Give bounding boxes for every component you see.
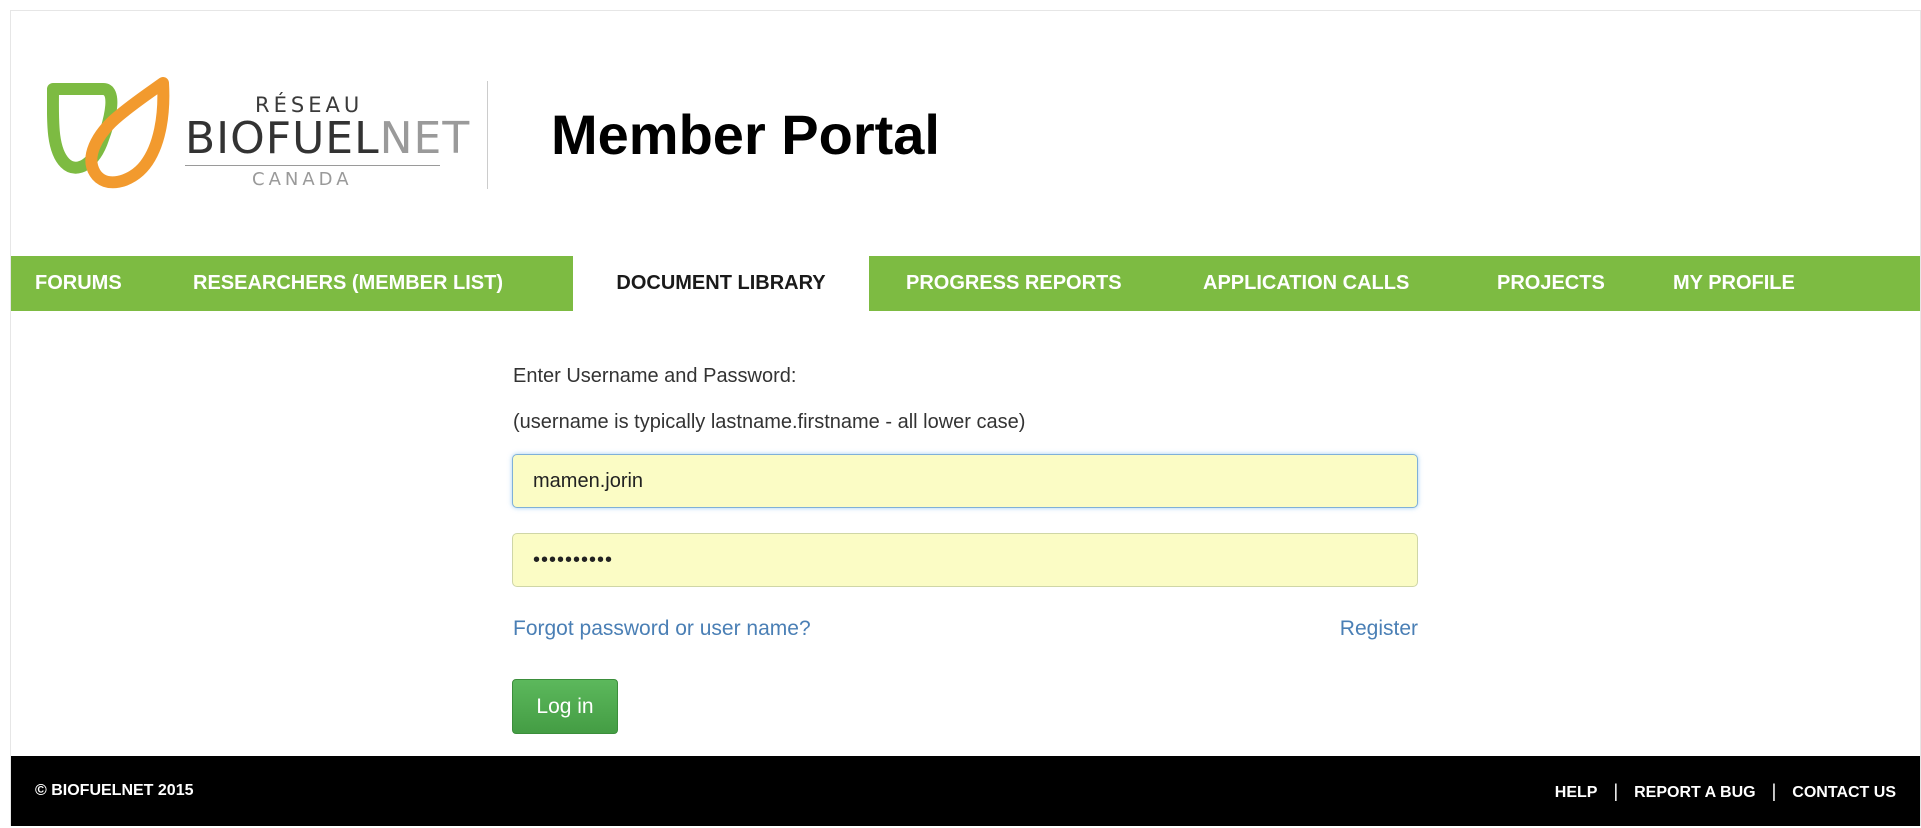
leaf-logo-icon (47, 77, 170, 189)
nav-item-application-calls[interactable]: APPLICATION CALLS (1203, 256, 1409, 311)
footer-link-report-bug[interactable]: REPORT A BUG (1634, 784, 1755, 801)
logo-canada-text: CANADA (252, 169, 353, 190)
footer-separator: | (1771, 781, 1777, 801)
footer-link-contact-us[interactable]: CONTACT US (1792, 784, 1896, 801)
logo-brand-main: BIOFUEL (185, 113, 380, 164)
forgot-password-link[interactable]: Forgot password or user name? (513, 617, 811, 641)
site-footer: © BIOFUELNET 2015 HELP | REPORT A BUG | CONT… (11, 756, 1920, 826)
login-button[interactable]: Log in (512, 679, 618, 734)
footer-separator: | (1613, 781, 1619, 801)
nav-item-projects[interactable]: PROJECTS (1497, 256, 1605, 311)
logo-brand-text: BIOFUELNET (185, 117, 470, 161)
password-field[interactable] (512, 533, 1418, 587)
main-nav: FORUMS RESEARCHERS (MEMBER LIST) DOCUMEN… (11, 256, 1920, 311)
logo-rule (185, 165, 440, 166)
page-title: Member Portal (551, 103, 940, 166)
copyright-text: © BIOFUELNET 2015 (35, 782, 194, 799)
nav-item-document-library[interactable]: DOCUMENT LIBRARY (573, 256, 869, 311)
nav-item-researchers[interactable]: RESEARCHERS (MEMBER LIST) (193, 256, 503, 311)
nav-item-my-profile[interactable]: MY PROFILE (1673, 256, 1795, 311)
login-hint: (username is typically lastname.firstnam… (513, 411, 1026, 433)
register-link[interactable]: Register (1340, 617, 1418, 641)
login-prompt: Enter Username and Password: (513, 365, 797, 387)
nav-item-forums[interactable]: FORUMS (35, 256, 122, 311)
site-header: RÉSEAU BIOFUELNET CANADA Member Portal (11, 11, 1920, 256)
logo-brand-net: NET (379, 113, 471, 164)
page-frame: RÉSEAU BIOFUELNET CANADA Member Portal F… (10, 10, 1921, 826)
footer-link-help[interactable]: HELP (1555, 784, 1598, 801)
nav-item-progress-reports[interactable]: PROGRESS REPORTS (906, 256, 1122, 311)
login-form: Enter Username and Password: (username i… (11, 311, 1920, 756)
logo-wordmark: RÉSEAU BIOFUELNET CANADA (185, 77, 469, 197)
footer-links: HELP | REPORT A BUG | CONTACT US (1555, 756, 1896, 826)
header-divider (487, 81, 488, 189)
biofuelnet-logo[interactable]: RÉSEAU BIOFUELNET CANADA (47, 77, 469, 197)
username-field[interactable] (512, 454, 1418, 508)
